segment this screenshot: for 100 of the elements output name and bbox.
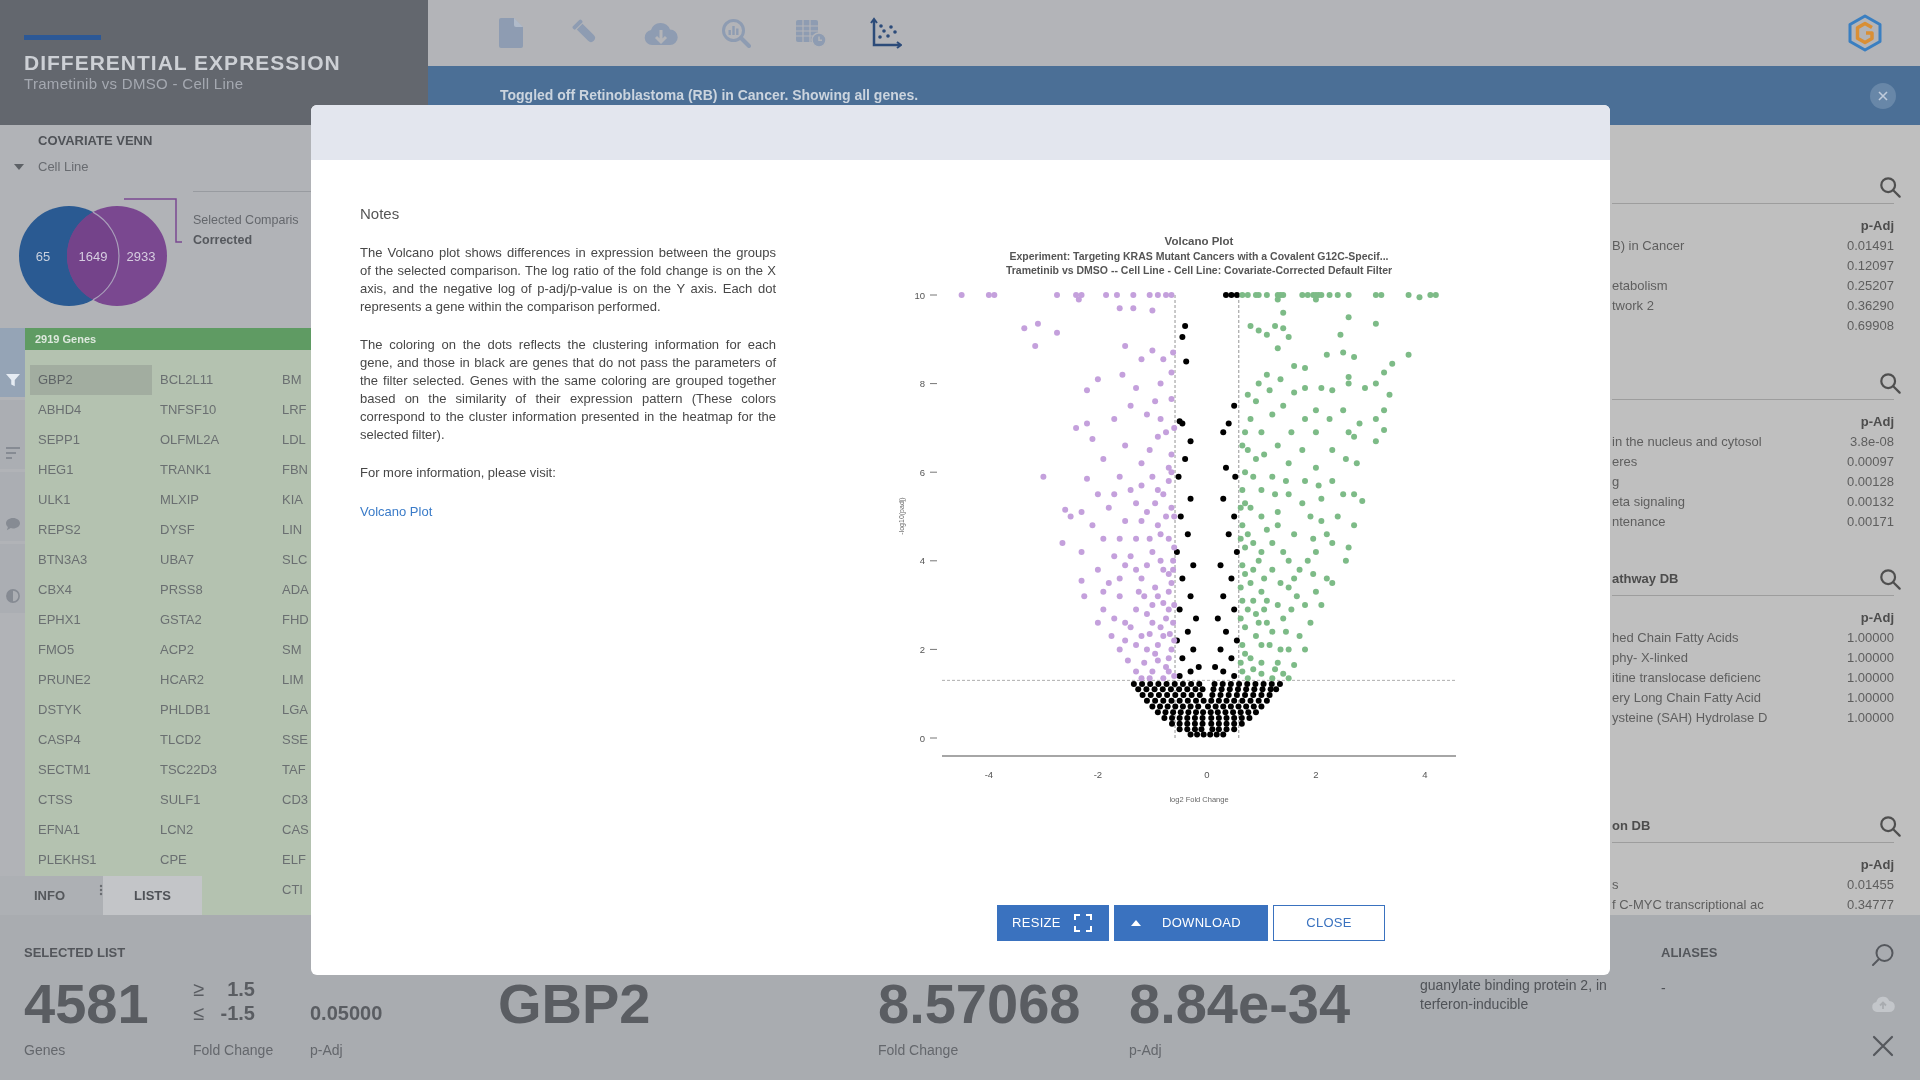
tick-label: 0 bbox=[919, 732, 925, 744]
page-subtitle: Trametinib vs DMSO - Cell Line bbox=[24, 75, 244, 93]
tool-tab[interactable] bbox=[0, 544, 25, 613]
resize-button[interactable]: RESIZE bbox=[997, 905, 1109, 941]
gene-item[interactable]: SSE bbox=[282, 725, 308, 755]
gene-item[interactable]: CTSS bbox=[38, 785, 73, 815]
gene-symbol: GBP2 bbox=[498, 976, 651, 1032]
search-icon[interactable] bbox=[1879, 567, 1901, 590]
gene-item[interactable]: ABHD4 bbox=[38, 395, 82, 425]
close-button[interactable] bbox=[1870, 83, 1896, 109]
gene-item[interactable]: PHLDB1 bbox=[160, 695, 211, 725]
gene-item[interactable]: FMO5 bbox=[38, 635, 75, 665]
tick-label: -2 bbox=[1093, 769, 1103, 780]
gene-item[interactable]: ELF bbox=[282, 845, 306, 875]
gene-item[interactable]: BTN3A3 bbox=[38, 545, 88, 575]
gene-item[interactable]: UBA7 bbox=[160, 545, 194, 575]
table-cell-text: s bbox=[1612, 876, 1619, 895]
gene-item[interactable]: SULF1 bbox=[160, 785, 201, 815]
gene-item[interactable]: REPS2 bbox=[38, 515, 81, 545]
alias-value: - bbox=[1661, 979, 1666, 998]
gene-item[interactable]: ADA bbox=[282, 575, 309, 605]
search-icon[interactable] bbox=[1879, 814, 1901, 837]
gene-item[interactable]: EPHX1 bbox=[38, 605, 81, 635]
document-icon[interactable] bbox=[499, 18, 523, 48]
gene-item[interactable]: TLCD2 bbox=[160, 725, 202, 755]
search-icon[interactable] bbox=[1879, 371, 1901, 394]
gene-item[interactable]: TNFSF10 bbox=[160, 395, 217, 425]
gene-item[interactable]: CPE bbox=[160, 845, 187, 875]
search-icon[interactable] bbox=[1879, 175, 1901, 198]
gene-item[interactable]: OLFML2A bbox=[160, 425, 220, 455]
column-header: p-Adj bbox=[1860, 413, 1894, 432]
gene-count: 2919 Genes bbox=[35, 332, 97, 346]
gene-item[interactable]: BCL2L11 bbox=[160, 365, 214, 395]
more-vertical-icon[interactable] bbox=[99, 884, 103, 896]
gene-item[interactable]: CAS bbox=[282, 815, 309, 845]
gene-item[interactable]: TRANK1 bbox=[160, 455, 212, 485]
gene-item[interactable]: HCAR2 bbox=[160, 665, 205, 695]
tool-tab[interactable] bbox=[0, 400, 25, 469]
gene-item[interactable]: HEG1 bbox=[38, 455, 74, 485]
table-cell-text: 0.01455 bbox=[1847, 876, 1894, 895]
gene-item[interactable]: CD3 bbox=[282, 785, 308, 815]
gene-item[interactable]: FBN bbox=[282, 455, 308, 485]
gene-item[interactable]: LIM bbox=[282, 665, 304, 695]
comparison-symbol: ≥ bbox=[193, 977, 204, 1001]
gene-item[interactable]: SECTM1 bbox=[38, 755, 91, 785]
tool-tab[interactable] bbox=[0, 328, 25, 397]
table-cell-text: 0.12097 bbox=[1847, 257, 1894, 276]
link[interactable]: Volcano Plot bbox=[360, 503, 433, 521]
table-cell-text: 0.34777 bbox=[1847, 896, 1894, 915]
gene-item[interactable]: ACP2 bbox=[160, 635, 194, 665]
gene-item[interactable]: EFNA1 bbox=[38, 815, 80, 845]
gene-item[interactable]: TAF bbox=[282, 755, 306, 785]
magnifier-chart-icon[interactable] bbox=[721, 18, 751, 48]
gene-item[interactable]: PLEKHS1 bbox=[38, 845, 97, 875]
gene-item[interactable]: LIN bbox=[282, 515, 303, 545]
chart-subtitle: Trametinib vs DMSO -- Cell Line - Cell Line: Covariate-Corrected Default Filter bbox=[1005, 263, 1393, 276]
gene-item[interactable]: GSTA2 bbox=[160, 605, 202, 635]
gene-item[interactable]: DSTYK bbox=[38, 695, 82, 725]
gene-item[interactable]: LGA bbox=[282, 695, 308, 725]
gene-item[interactable]: ULK1 bbox=[38, 485, 71, 515]
gene-item[interactable]: SEPP1 bbox=[38, 425, 80, 455]
tab[interactable]: LISTS bbox=[103, 876, 202, 915]
table-clock-icon[interactable] bbox=[795, 18, 827, 48]
gene-item[interactable]: SLC bbox=[282, 545, 308, 575]
gene-item[interactable]: CTI bbox=[282, 875, 303, 905]
scatter-plot-icon[interactable] bbox=[870, 17, 902, 49]
gene-item[interactable]: LDL bbox=[282, 425, 306, 455]
table-cell-text: ery Long Chain Fatty Acid bbox=[1612, 689, 1761, 708]
section-title: SELECTED LIST bbox=[24, 944, 126, 962]
paragraph: For more information, please visit: bbox=[360, 464, 557, 482]
section-title: athway DB bbox=[1612, 569, 1679, 588]
gene-item[interactable]: DYSF bbox=[160, 515, 195, 545]
close-icon[interactable] bbox=[1871, 1034, 1895, 1058]
gene-item[interactable]: CASP4 bbox=[38, 725, 81, 755]
gene-item[interactable]: PRUNE2 bbox=[38, 665, 91, 695]
tick-label: 10 bbox=[914, 289, 925, 301]
gene-item[interactable]: LCN2 bbox=[160, 815, 194, 845]
table-cell-text: eres bbox=[1612, 453, 1638, 472]
table-cell-text: in the nucleus and cytosol bbox=[1612, 433, 1762, 452]
table-cell-text: ysteine (SAH) Hydrolase D bbox=[1612, 709, 1768, 728]
column-header: p-Adj bbox=[1860, 856, 1894, 875]
gene-item[interactable]: GBP2 bbox=[30, 365, 152, 395]
close-icon bbox=[1878, 91, 1888, 101]
gene-item[interactable]: KIA bbox=[282, 485, 303, 515]
dropdown[interactable]: Cell Line bbox=[14, 159, 89, 175]
paragraph: The Volcano plot shows differences in expression between the groups of the selected comparison. The log ratio of the fold change is on the X axis, and the negative log of p-adj/p-value is on the Y axis. Each dot represents a gene within the comparison performed. bbox=[360, 244, 776, 316]
tool-tab[interactable] bbox=[0, 472, 25, 541]
download-button[interactable]: DOWNLOAD bbox=[1114, 905, 1268, 941]
close-button[interactable]: CLOSE bbox=[1273, 905, 1385, 941]
gene-item[interactable]: MLXIP bbox=[160, 485, 199, 515]
gene-item[interactable]: SM bbox=[282, 635, 302, 665]
search-icon[interactable] bbox=[1871, 943, 1895, 967]
gene-item[interactable]: BM bbox=[282, 365, 302, 395]
threshold-value: 1.5 bbox=[227, 977, 255, 1001]
gene-item[interactable]: TSC22D3 bbox=[160, 755, 218, 785]
gene-item[interactable]: LRF bbox=[282, 395, 307, 425]
tick-label: -4 bbox=[984, 769, 994, 780]
gene-item[interactable]: PRSS8 bbox=[160, 575, 203, 605]
gene-item[interactable]: FHD bbox=[282, 605, 309, 635]
gene-item[interactable]: CBX4 bbox=[38, 575, 72, 605]
